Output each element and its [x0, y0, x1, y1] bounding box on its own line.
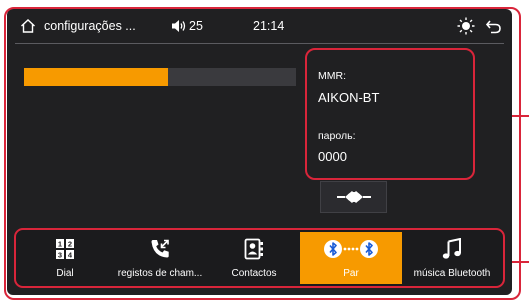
- tab-bluetooth-music[interactable]: música Bluetooth: [402, 232, 502, 284]
- brightness-icon[interactable]: [457, 17, 475, 35]
- svg-text:1: 1: [58, 240, 62, 249]
- home-icon[interactable]: [20, 18, 36, 34]
- callout-line-tabs: [512, 261, 529, 263]
- tab-label-pair: Par: [343, 268, 359, 279]
- tab-pair[interactable]: Par: [300, 232, 402, 284]
- password-label: пароль:: [318, 130, 356, 142]
- volume-icon[interactable]: [171, 19, 187, 33]
- bluetooth-pair-icon: [324, 240, 378, 258]
- page-title: configurações ...: [44, 19, 136, 33]
- pairing-progress-fill: [24, 68, 169, 86]
- head-unit-screen: configurações ... 25 21:14 MMR: AIKON-BT…: [7, 9, 512, 295]
- volume-level: 25: [189, 19, 203, 33]
- tab-contacts[interactable]: Contactos: [208, 232, 300, 284]
- tab-label-contacts: Contactos: [231, 268, 277, 279]
- back-icon[interactable]: [485, 18, 502, 35]
- tab-label-dial: Dial: [56, 268, 74, 279]
- status-divider: [15, 43, 504, 44]
- device-info-panel: MMR: AIKON-BT пароль: 0000: [305, 48, 475, 180]
- tab-dial[interactable]: 1 2 3 4 Dial: [18, 232, 112, 284]
- mmr-value: AIKON-BT: [318, 90, 380, 105]
- phone-tab-bar: 1 2 3 4 Dial registos de cham... Contact…: [14, 228, 505, 288]
- svg-text:3: 3: [58, 251, 62, 260]
- password-value: 0000: [318, 149, 347, 164]
- dialpad-icon: 1 2 3 4: [56, 239, 74, 260]
- mmr-label: MMR:: [318, 70, 346, 82]
- tab-call-log[interactable]: registos de cham...: [112, 232, 208, 284]
- music-note-icon: [442, 238, 461, 259]
- callout-line-info: [512, 115, 529, 117]
- tab-label-call-log: registos de cham...: [117, 268, 203, 279]
- call-log-icon: [151, 239, 169, 258]
- contacts-icon: [244, 238, 263, 260]
- tab-label-bluetooth-music: música Bluetooth: [413, 268, 491, 279]
- pairing-progress-bar: [24, 68, 296, 86]
- status-bar: configurações ... 25 21:14: [7, 9, 512, 43]
- connect-button[interactable]: [320, 181, 387, 213]
- link-icon: [336, 191, 371, 203]
- svg-text:2: 2: [68, 240, 72, 249]
- clock: 21:14: [253, 19, 285, 33]
